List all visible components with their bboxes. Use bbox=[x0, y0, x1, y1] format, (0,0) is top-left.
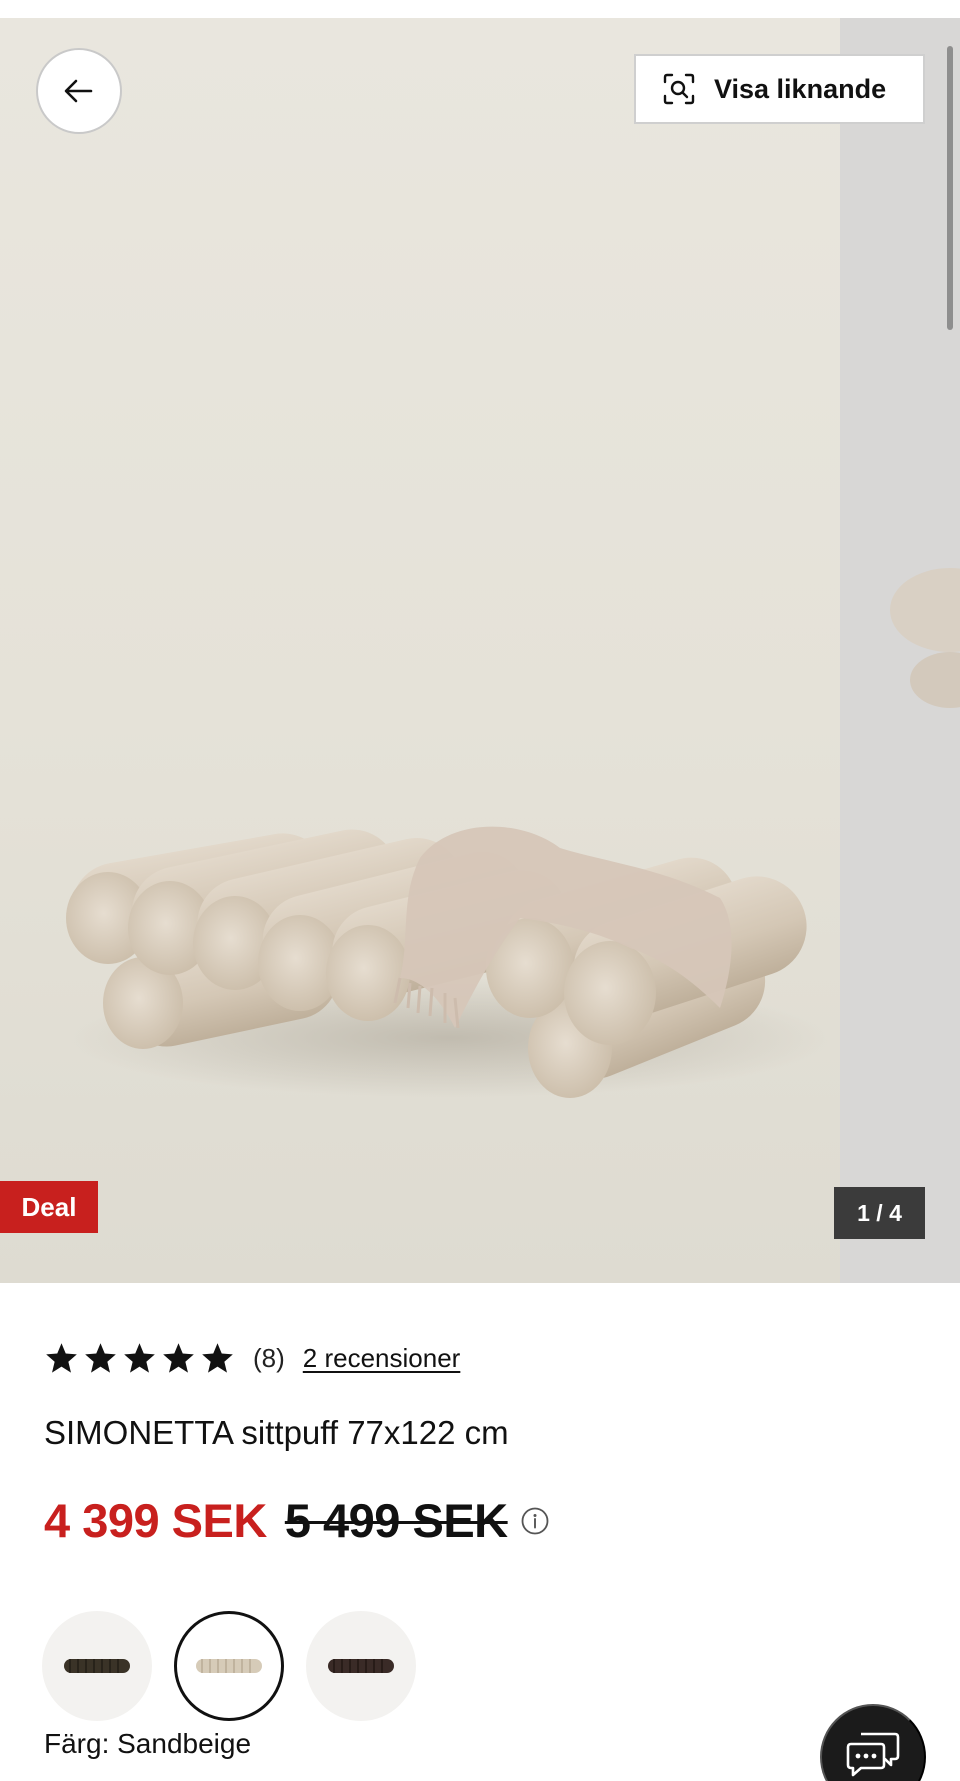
star-icon bbox=[46, 1342, 77, 1373]
star-icon bbox=[202, 1342, 233, 1373]
visa-liknande-button[interactable]: Visa liknande bbox=[634, 54, 925, 124]
color-swatch-sandbeige[interactable] bbox=[174, 1611, 284, 1721]
visual-search-icon bbox=[663, 73, 695, 105]
swatch-thumbnail bbox=[328, 1659, 394, 1673]
product-image-gallery[interactable]: Visa liknande Deal 1 / 4 bbox=[0, 18, 960, 1283]
selected-color-label: Färg: Sandbeige bbox=[44, 1728, 252, 1759]
price-row: 4 399 SEK 5 499 SEK bbox=[44, 1493, 550, 1548]
next-image-illustration bbox=[890, 568, 960, 708]
swatch-thumbnail bbox=[64, 1659, 130, 1673]
visa-liknande-label: Visa liknande bbox=[714, 73, 887, 104]
reviews-link[interactable]: 2 recensioner bbox=[303, 1343, 461, 1374]
color-swatch-dark-brown[interactable] bbox=[306, 1611, 416, 1721]
back-button[interactable] bbox=[36, 48, 122, 134]
color-swatch-dark-olive[interactable] bbox=[42, 1611, 152, 1721]
product-photo-illustration bbox=[66, 826, 830, 1098]
next-product-image-peek[interactable] bbox=[840, 18, 960, 1283]
product-image[interactable] bbox=[0, 18, 840, 1283]
product-title: SIMONETTA sittpuff 77x122 cm bbox=[44, 1414, 509, 1451]
chat-bubbles-icon bbox=[846, 1732, 900, 1777]
scrollbar[interactable] bbox=[947, 46, 953, 330]
color-swatches bbox=[42, 1611, 416, 1721]
chat-button[interactable] bbox=[820, 1704, 926, 1781]
deal-badge: Deal bbox=[0, 1181, 98, 1233]
original-price: 5 499 SEK bbox=[284, 1494, 508, 1547]
rating-count: (8) bbox=[253, 1342, 285, 1373]
star-rating bbox=[44, 1341, 235, 1376]
arrow-left-icon bbox=[64, 79, 93, 103]
rating-row: (8) 2 recensioner bbox=[44, 1336, 460, 1380]
current-price: 4 399 SEK bbox=[44, 1494, 267, 1547]
info-icon[interactable] bbox=[520, 1506, 550, 1536]
swatch-thumbnail bbox=[196, 1659, 262, 1673]
status-bar-area bbox=[0, 0, 960, 18]
image-counter: 1 / 4 bbox=[834, 1187, 925, 1239]
star-icon bbox=[163, 1342, 194, 1373]
star-icon bbox=[85, 1342, 116, 1373]
star-icon bbox=[124, 1342, 155, 1373]
